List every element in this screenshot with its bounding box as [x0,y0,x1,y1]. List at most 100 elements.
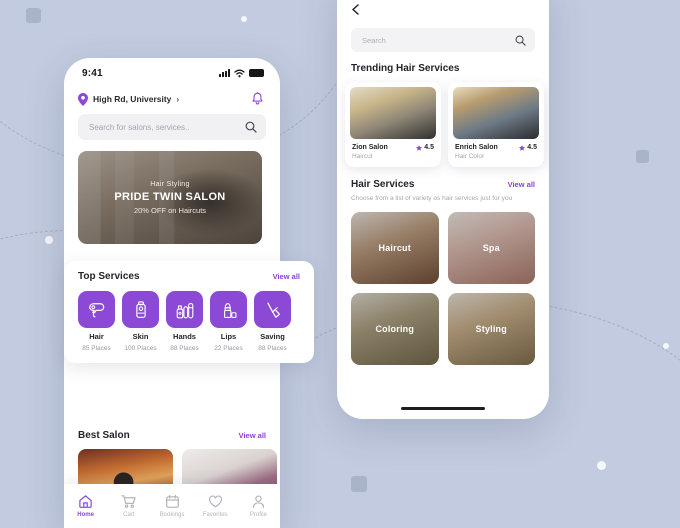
service-icon-tile [78,291,115,328]
tab-home[interactable]: Home [64,494,107,518]
service-name: Skin [132,332,149,341]
decorative-square [636,150,649,163]
service-count: 88 Places [170,345,199,352]
promo-kicker: Hair Styling [150,180,190,188]
hair-services-subtitle: Choose from a list of variety os hair se… [351,195,513,202]
rating-value: 4.5 [424,144,434,151]
trending-card[interactable]: Zion Salon 4.5 Haircut [345,82,441,167]
decorative-dot [45,236,53,244]
trending-card[interactable]: Enrich Salon 4.5 Hair Color [448,82,544,167]
promo-banner[interactable]: Hair Styling PRIDE TWIN SALON 20% OFF on… [78,151,262,244]
status-time: 9:41 [82,67,103,79]
service-tile-styling[interactable]: Styling [447,293,535,366]
search-icon [515,35,526,46]
search-input[interactable]: Search [351,28,535,52]
back-arrow-icon[interactable] [351,4,360,15]
trending-name: Enrich Salon [455,144,498,151]
trending-image [350,87,436,139]
tab-favorites[interactable]: Favorites [194,494,237,518]
location-label: High Rd, University [93,94,172,104]
tab-profile[interactable]: Profile [237,494,280,518]
service-count: 85 Places [82,345,111,352]
bottom-tab-bar: Home Cart Bookings Favorites Profile [64,484,280,528]
battery-icon [249,69,264,77]
promo-title: PRIDE TWIN SALON [114,190,226,203]
hair-services-grid: Haircut Spa Coloring Styling [337,203,549,366]
location-pin-icon [78,92,88,106]
location-row[interactable]: High Rd, University › [64,84,280,112]
person-icon [252,495,265,508]
search-placeholder: Search [362,35,386,45]
decorative-square [26,8,41,23]
hair-services-view-all[interactable]: View all [508,180,535,189]
tab-label: Home [77,512,94,518]
service-icon-tile [122,291,159,328]
service-tile-label: Styling [475,324,507,335]
service-name: Lips [220,332,237,341]
promo-carousel[interactable]: Hair Styling PRIDE TWIN SALON 20% OFF on… [64,151,280,244]
trending-name: Zion Salon [352,144,388,151]
signal-bars-icon [219,69,230,77]
calendar-icon [165,494,179,508]
top-services-card: Top Services View all Hair 85 Places Ski… [64,261,314,363]
decorative-dot [241,16,247,22]
top-services-view-all[interactable]: View all [273,272,300,281]
promo-banner-next[interactable] [271,151,280,244]
heart-icon [208,495,222,508]
wifi-icon [234,69,245,77]
tab-label: Profile [249,512,267,518]
service-tile-coloring[interactable]: Coloring [351,293,439,366]
service-count: 22 Places [214,345,243,352]
search-input[interactable]: Search for salons, services.. [78,114,266,140]
best-salon-title: Best Salon [78,430,130,441]
star-icon [519,144,526,151]
service-tile-haircut[interactable]: Haircut [351,212,439,285]
decorative-dot [663,343,669,349]
service-item-hands[interactable]: Hands 88 Places [166,291,203,352]
rating: 4.5 [519,144,537,151]
mascara-icon [266,301,280,318]
service-tile-label: Coloring [375,324,415,335]
trending-service: Hair Color [455,153,485,160]
notification-bell-icon[interactable] [251,92,264,106]
phone-mockup-services: Search Trending Hair Services Zion Salon… [337,0,549,419]
tab-label: Cart [123,512,135,518]
best-salon-view-all[interactable]: View all [239,431,266,440]
service-name: Hands [173,332,196,341]
search-placeholder: Search for salons, services.. [89,122,190,132]
service-name: Saving [260,332,285,341]
service-item-saving[interactable]: Saving 88 Places [254,291,291,352]
service-count: 88 Places [258,345,287,352]
tab-label: Favorites [202,512,228,518]
lipstick-icon [223,302,237,318]
search-icon [245,121,257,133]
tab-bookings[interactable]: Bookings [150,494,193,518]
service-count: 100 Places [124,345,157,352]
home-icon [79,495,92,508]
service-icon-tile [166,291,203,328]
tab-label: Bookings [159,512,185,518]
nail-polish-icon [176,302,193,318]
home-indicator [401,406,485,410]
status-bar: 9:41 [64,58,280,84]
decorative-square [351,476,367,492]
service-tile-spa[interactable]: Spa [447,212,535,285]
service-icon-tile [210,291,247,328]
trending-list[interactable]: Zion Salon 4.5 Haircut Enrich Salon 4.5 … [337,74,549,167]
cream-tube-icon [135,300,146,318]
service-item-lips[interactable]: Lips 22 Places [210,291,247,352]
cart-icon [121,495,136,508]
tab-cart[interactable]: Cart [107,494,150,518]
trending-image [453,87,539,139]
service-name: Hair [89,332,104,341]
service-item-hair[interactable]: Hair 85 Places [78,291,115,352]
service-item-skin[interactable]: Skin 100 Places [122,291,159,352]
promo-subtitle: 20% OFF on Haircuts [133,205,207,215]
star-icon [416,144,423,151]
chevron-right-icon: › [176,94,180,104]
trending-title: Trending Hair Services [351,63,460,74]
decorative-dot [597,461,606,470]
hair-services-title: Hair Services [351,179,415,190]
service-tile-label: Spa [482,243,500,254]
trending-service: Haircut [352,153,373,160]
